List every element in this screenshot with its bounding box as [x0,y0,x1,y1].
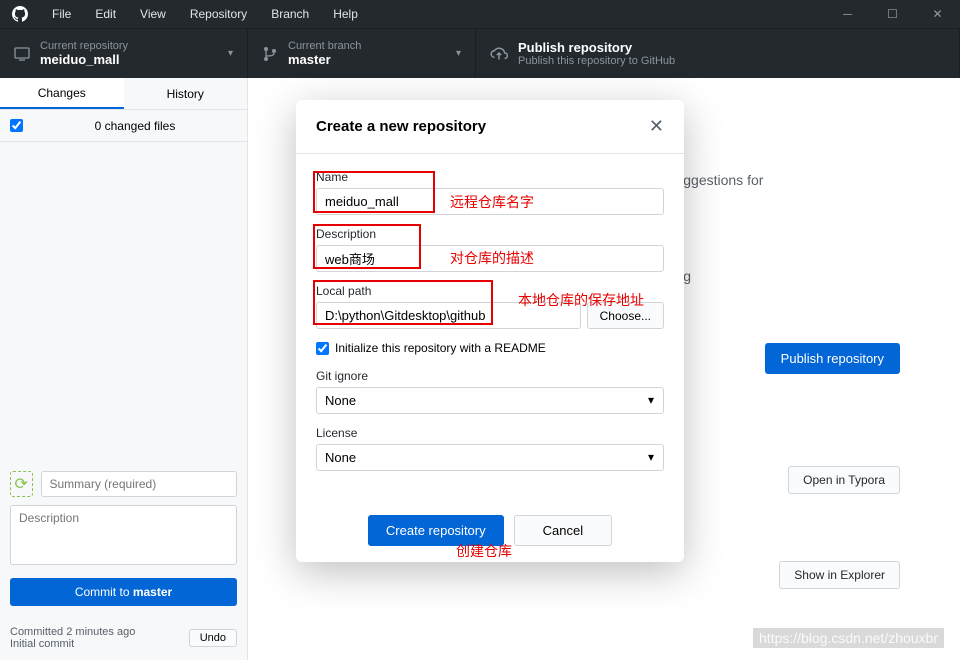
commit-message: Initial commit [10,638,135,650]
close-icon[interactable]: ✕ [915,0,960,28]
cloud-upload-icon [490,45,508,63]
header-toolbar: Current repository meiduo_mall ▾ Current… [0,28,960,78]
repo-name-input[interactable] [316,188,664,215]
current-repository-dropdown[interactable]: Current repository meiduo_mall ▾ [0,29,248,78]
commit-description-input[interactable] [10,505,237,565]
menu-help[interactable]: Help [321,7,370,21]
description-label: Description [316,227,664,241]
avatar-placeholder-icon: ⟳ [10,471,33,497]
publish-desc: Publish this repository to GitHub [518,55,675,67]
git-branch-icon [262,46,278,62]
titlebar: File Edit View Repository Branch Help ─ … [0,0,960,28]
menu-repository[interactable]: Repository [178,7,259,21]
menu-edit[interactable]: Edit [83,7,128,21]
choose-path-button[interactable]: Choose... [587,302,664,329]
menu-view[interactable]: View [128,7,178,21]
menu-file[interactable]: File [40,7,83,21]
publish-repository-button[interactable]: Publish repository [765,343,900,374]
repo-description-input[interactable] [316,245,664,272]
tab-history[interactable]: History [124,78,248,109]
create-repository-button[interactable]: Create repository [368,515,504,546]
license-label: License [316,426,664,440]
commit-button[interactable]: Commit to master [10,578,237,606]
chevron-down-icon: ▾ [456,48,461,59]
tab-changes[interactable]: Changes [0,78,124,109]
chevron-down-icon: ▾ [228,48,233,59]
publish-label: Publish repository [518,40,675,55]
select-all-checkbox[interactable] [10,119,23,132]
undo-button[interactable]: Undo [189,629,237,647]
github-logo-icon [0,6,40,22]
readme-checkbox[interactable] [316,342,329,355]
local-path-input[interactable] [316,302,581,329]
changed-files-count: 0 changed files [33,119,237,133]
gitignore-label: Git ignore [316,369,664,383]
repo-label: Current repository [40,40,128,52]
modal-title: Create a new repository [316,118,649,135]
branch-name: master [288,52,361,67]
show-in-explorer-button[interactable]: Show in Explorer [779,561,900,589]
name-label: Name [316,170,664,184]
publish-repository-header[interactable]: Publish repository Publish this reposito… [476,29,960,78]
create-repository-modal: Create a new repository ✕ Name Descripti… [296,100,684,562]
changed-files-row: 0 changed files [0,110,247,142]
readme-label: Initialize this repository with a README [335,341,546,355]
local-path-label: Local path [316,284,664,298]
current-branch-dropdown[interactable]: Current branch master ▾ [248,29,476,78]
sidebar: Changes History 0 changed files ⟳ Commit… [0,78,248,660]
commit-summary-input[interactable] [41,471,238,497]
last-commit-info: Committed 2 minutes ago Initial commit U… [0,616,247,660]
menu-branch[interactable]: Branch [259,7,321,21]
minimize-icon[interactable]: ─ [825,0,870,28]
license-select[interactable]: None [316,444,664,471]
maximize-icon[interactable]: ☐ [870,0,915,28]
cancel-button[interactable]: Cancel [514,515,612,546]
branch-label: Current branch [288,40,361,52]
gitignore-select[interactable]: None [316,387,664,414]
commit-time: Committed 2 minutes ago [10,626,135,638]
monitor-icon [14,46,30,62]
open-in-typora-button[interactable]: Open in Typora [788,466,900,494]
modal-close-icon[interactable]: ✕ [649,116,664,137]
repo-name: meiduo_mall [40,52,128,67]
